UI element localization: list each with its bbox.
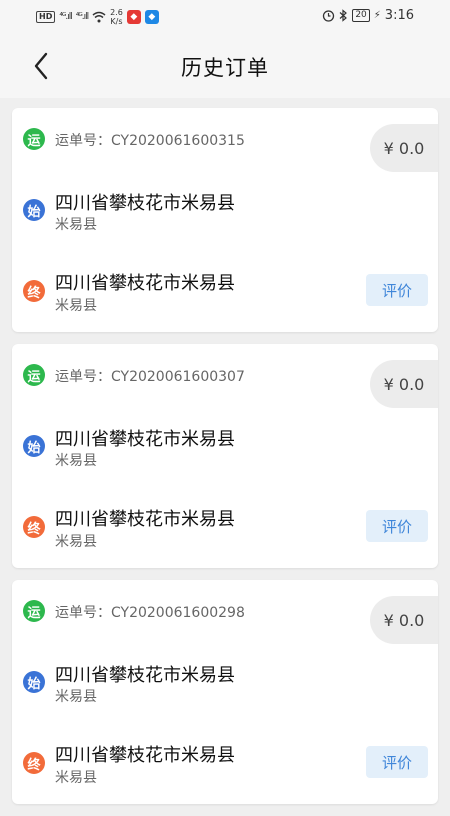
app-icon: ◆ xyxy=(126,10,141,24)
end-county: 米易县 xyxy=(55,298,97,314)
start-county: 米易县 xyxy=(55,453,97,469)
order-card[interactable]: 运 运单号：CY2020061600307 ¥ 0.0 始 四川省攀枝花市米易县… xyxy=(12,344,438,568)
price-pill[interactable]: ¥ 0.0 xyxy=(370,124,438,172)
waybill-label: 运单号： xyxy=(55,133,111,149)
end-county: 米易县 xyxy=(55,534,97,550)
start-badge: 始 xyxy=(23,435,45,457)
waybill-label: 运单号： xyxy=(55,605,111,621)
start-address: 四川省攀枝花市米易县 xyxy=(55,193,235,214)
network-speed: 2.6 K/s xyxy=(110,8,123,26)
waybill-badge: 运 xyxy=(23,600,45,622)
status-left: HD ⁴ᴳ.ıll ⁴ᴳ.ıll 2.6 K/s ◆ ◆ xyxy=(36,8,159,26)
page-title: 历史订单 xyxy=(181,56,269,80)
status-right: 20 ⚡ 3:16 xyxy=(322,8,414,23)
end-address: 四川省攀枝花市米易县 xyxy=(55,273,235,294)
waybill-number: 运单号：CY2020061600315 xyxy=(55,130,245,150)
start-county: 米易县 xyxy=(55,689,97,705)
charging-icon: ⚡ xyxy=(373,10,381,21)
order-card[interactable]: 运 运单号：CY2020061600315 ¥ 0.0 始 四川省攀枝花市米易县… xyxy=(12,108,438,332)
waybill-badge: 运 xyxy=(23,364,45,386)
status-time: 3:16 xyxy=(384,8,414,23)
start-address: 四川省攀枝花市米易县 xyxy=(55,429,235,450)
waybill-number: 运单号：CY2020061600307 xyxy=(55,366,245,386)
start-badge: 始 xyxy=(23,671,45,693)
signal-icon: ⁴ᴳ.ıll xyxy=(75,12,89,22)
order-card[interactable]: 运 运单号：CY2020061600298 ¥ 0.0 始 四川省攀枝花市米易县… xyxy=(12,580,438,804)
waybill-value: CY2020061600307 xyxy=(111,369,245,385)
start-badge: 始 xyxy=(23,199,45,221)
end-badge: 终 xyxy=(23,752,45,774)
bluetooth-icon xyxy=(339,9,348,22)
start-address: 四川省攀枝花市米易县 xyxy=(55,665,235,686)
status-bar: HD ⁴ᴳ.ıll ⁴ᴳ.ıll 2.6 K/s ◆ ◆ 20 ⚡ 3:16 xyxy=(0,0,450,34)
end-address: 四川省攀枝花市米易县 xyxy=(55,745,235,766)
app-icon: ◆ xyxy=(144,10,159,24)
end-county: 米易县 xyxy=(55,770,97,786)
navigation-bar: 历史订单 xyxy=(0,34,450,98)
wifi-icon xyxy=(92,11,106,23)
rate-button[interactable]: 评价 xyxy=(366,274,428,306)
price-pill[interactable]: ¥ 0.0 xyxy=(370,596,438,644)
waybill-value: CY2020061600298 xyxy=(111,605,245,621)
waybill-label: 运单号： xyxy=(55,369,111,385)
waybill-badge: 运 xyxy=(23,128,45,150)
end-badge: 终 xyxy=(23,280,45,302)
end-address: 四川省攀枝花市米易县 xyxy=(55,509,235,530)
waybill-number: 运单号：CY2020061600298 xyxy=(55,602,245,622)
start-county: 米易县 xyxy=(55,217,97,233)
rate-button[interactable]: 评价 xyxy=(366,746,428,778)
waybill-value: CY2020061600315 xyxy=(111,133,245,149)
rate-button[interactable]: 评价 xyxy=(366,510,428,542)
price-pill[interactable]: ¥ 0.0 xyxy=(370,360,438,408)
battery-icon: 20 xyxy=(352,9,370,22)
end-badge: 终 xyxy=(23,516,45,538)
order-list[interactable]: 运 运单号：CY2020061600315 ¥ 0.0 始 四川省攀枝花市米易县… xyxy=(12,108,438,816)
signal-icon: ⁴ᴳ.ıll xyxy=(59,12,72,22)
hd-icon: HD xyxy=(36,11,56,23)
alarm-icon xyxy=(323,10,335,22)
